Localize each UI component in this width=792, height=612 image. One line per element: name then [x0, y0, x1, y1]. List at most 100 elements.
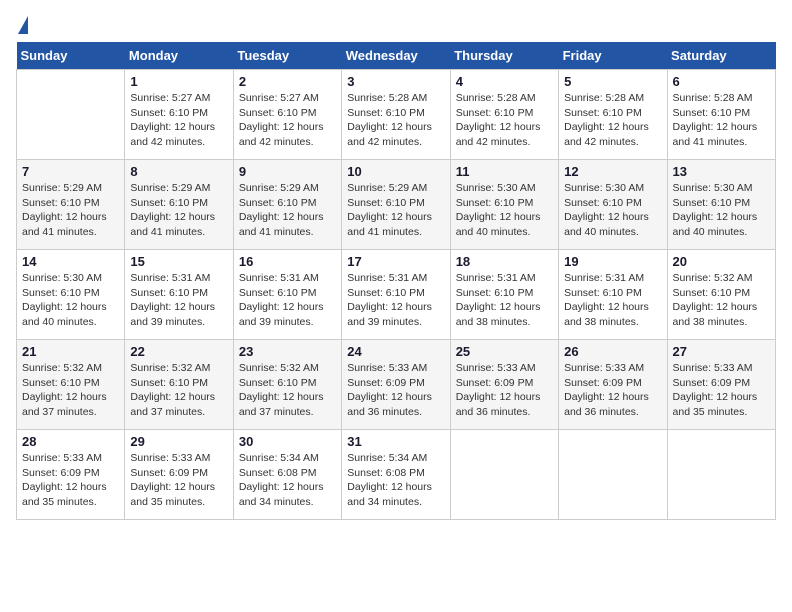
- day-number: 30: [239, 434, 336, 449]
- calendar-cell: 26Sunrise: 5:33 AMSunset: 6:09 PMDayligh…: [559, 340, 667, 430]
- day-info: Sunrise: 5:30 AMSunset: 6:10 PMDaylight:…: [673, 181, 770, 240]
- day-info: Sunrise: 5:33 AMSunset: 6:09 PMDaylight:…: [22, 451, 119, 510]
- day-info: Sunrise: 5:33 AMSunset: 6:09 PMDaylight:…: [673, 361, 770, 420]
- day-info: Sunrise: 5:27 AMSunset: 6:10 PMDaylight:…: [239, 91, 336, 150]
- day-number: 20: [673, 254, 770, 269]
- day-info: Sunrise: 5:28 AMSunset: 6:10 PMDaylight:…: [456, 91, 553, 150]
- day-number: 8: [130, 164, 227, 179]
- calendar-cell: 3 Sunrise: 5:28 AMSunset: 6:10 PMDaylight…: [342, 70, 450, 160]
- calendar-cell: [17, 70, 125, 160]
- day-info: Sunrise: 5:30 AMSunset: 6:10 PMDaylight:…: [22, 271, 119, 330]
- day-info: Sunrise: 5:28 AMSunset: 6:10 PMDaylight:…: [673, 91, 770, 150]
- calendar-cell: 25 Sunrise: 5:33 AMSunset: 6:09 PMDayligh…: [450, 340, 558, 430]
- day-number: 25: [456, 344, 553, 359]
- weekday-header-cell: Saturday: [667, 42, 775, 70]
- day-number: 14: [22, 254, 119, 269]
- calendar-cell: 7Sunrise: 5:29 AMSunset: 6:10 PMDaylight…: [17, 160, 125, 250]
- day-number: 17: [347, 254, 444, 269]
- day-number: 16: [239, 254, 336, 269]
- day-info: Sunrise: 5:33 AMSunset: 6:09 PMDaylight:…: [456, 361, 553, 420]
- calendar-cell: 20Sunrise: 5:32 AMSunset: 6:10 PMDayligh…: [667, 250, 775, 340]
- calendar-week-row: 21 Sunrise: 5:32 AMSunset: 6:10 PMDayligh…: [17, 340, 776, 430]
- day-number: 29: [130, 434, 227, 449]
- day-info: Sunrise: 5:30 AMSunset: 6:10 PMDaylight:…: [564, 181, 661, 240]
- calendar-cell: [450, 430, 558, 520]
- weekday-header-row: SundayMondayTuesdayWednesdayThursdayFrid…: [17, 42, 776, 70]
- day-info: Sunrise: 5:34 AMSunset: 6:08 PMDaylight:…: [347, 451, 444, 510]
- day-number: 22: [130, 344, 227, 359]
- day-info: Sunrise: 5:29 AMSunset: 6:10 PMDaylight:…: [347, 181, 444, 240]
- day-info: Sunrise: 5:32 AMSunset: 6:10 PMDaylight:…: [239, 361, 336, 420]
- day-info: Sunrise: 5:33 AMSunset: 6:09 PMDaylight:…: [564, 361, 661, 420]
- calendar-cell: 14 Sunrise: 5:30 AMSunset: 6:10 PMDayligh…: [17, 250, 125, 340]
- calendar-cell: 17Sunrise: 5:31 AMSunset: 6:10 PMDayligh…: [342, 250, 450, 340]
- calendar-cell: 6Sunrise: 5:28 AMSunset: 6:10 PMDaylight…: [667, 70, 775, 160]
- day-info: Sunrise: 5:27 AMSunset: 6:10 PMDaylight:…: [130, 91, 227, 150]
- calendar-cell: 4 Sunrise: 5:28 AMSunset: 6:10 PMDaylight…: [450, 70, 558, 160]
- day-number: 1: [130, 74, 227, 89]
- page-header: [16, 16, 776, 34]
- day-number: 28: [22, 434, 119, 449]
- calendar-cell: 8 Sunrise: 5:29 AMSunset: 6:10 PMDaylight…: [125, 160, 233, 250]
- calendar-cell: 1 Sunrise: 5:27 AMSunset: 6:10 PMDaylight…: [125, 70, 233, 160]
- day-info: Sunrise: 5:28 AMSunset: 6:10 PMDaylight:…: [564, 91, 661, 150]
- day-number: 24: [347, 344, 444, 359]
- weekday-header-cell: Friday: [559, 42, 667, 70]
- calendar-cell: 28 Sunrise: 5:33 AMSunset: 6:09 PMDayligh…: [17, 430, 125, 520]
- day-number: 10: [347, 164, 444, 179]
- day-info: Sunrise: 5:28 AMSunset: 6:10 PMDaylight:…: [347, 91, 444, 150]
- calendar-cell: 23Sunrise: 5:32 AMSunset: 6:10 PMDayligh…: [233, 340, 341, 430]
- day-number: 11: [456, 164, 553, 179]
- calendar-cell: [559, 430, 667, 520]
- calendar-cell: 21 Sunrise: 5:32 AMSunset: 6:10 PMDayligh…: [17, 340, 125, 430]
- calendar-cell: 31 Sunrise: 5:34 AMSunset: 6:08 PMDayligh…: [342, 430, 450, 520]
- day-number: 21: [22, 344, 119, 359]
- calendar-cell: 13 Sunrise: 5:30 AMSunset: 6:10 PMDayligh…: [667, 160, 775, 250]
- weekday-header-cell: Tuesday: [233, 42, 341, 70]
- calendar-cell: 29 Sunrise: 5:33 AMSunset: 6:09 PMDayligh…: [125, 430, 233, 520]
- calendar-cell: 19 Sunrise: 5:31 AMSunset: 6:10 PMDayligh…: [559, 250, 667, 340]
- weekday-header-cell: Sunday: [17, 42, 125, 70]
- day-info: Sunrise: 5:31 AMSunset: 6:10 PMDaylight:…: [564, 271, 661, 330]
- calendar-cell: [667, 430, 775, 520]
- day-info: Sunrise: 5:33 AMSunset: 6:09 PMDaylight:…: [347, 361, 444, 420]
- calendar-cell: 11 Sunrise: 5:30 AMSunset: 6:10 PMDayligh…: [450, 160, 558, 250]
- calendar-cell: 12 Sunrise: 5:30 AMSunset: 6:10 PMDayligh…: [559, 160, 667, 250]
- logo-icon: [18, 16, 28, 34]
- calendar-cell: 5Sunrise: 5:28 AMSunset: 6:10 PMDaylight…: [559, 70, 667, 160]
- day-info: Sunrise: 5:30 AMSunset: 6:10 PMDaylight:…: [456, 181, 553, 240]
- calendar-cell: 2Sunrise: 5:27 AMSunset: 6:10 PMDaylight…: [233, 70, 341, 160]
- day-number: 19: [564, 254, 661, 269]
- calendar-cell: 27 Sunrise: 5:33 AMSunset: 6:09 PMDayligh…: [667, 340, 775, 430]
- calendar-week-row: 7 Sunrise: 5:29 AMSunset: 6:10 PMDaylight…: [17, 160, 776, 250]
- weekday-header-cell: Thursday: [450, 42, 558, 70]
- day-number: 13: [673, 164, 770, 179]
- calendar-cell: 18 Sunrise: 5:31 AMSunset: 6:10 PMDayligh…: [450, 250, 558, 340]
- day-info: Sunrise: 5:32 AMSunset: 6:10 PMDaylight:…: [22, 361, 119, 420]
- calendar-cell: 16Sunrise: 5:31 AMSunset: 6:10 PMDayligh…: [233, 250, 341, 340]
- day-number: 18: [456, 254, 553, 269]
- calendar-cell: 22 Sunrise: 5:32 AMSunset: 6:10 PMDayligh…: [125, 340, 233, 430]
- calendar-body: 1 Sunrise: 5:27 AMSunset: 6:10 PMDaylight…: [17, 70, 776, 520]
- calendar-cell: 24 Sunrise: 5:33 AMSunset: 6:09 PMDayligh…: [342, 340, 450, 430]
- day-number: 4: [456, 74, 553, 89]
- day-info: Sunrise: 5:31 AMSunset: 6:10 PMDaylight:…: [456, 271, 553, 330]
- day-info: Sunrise: 5:33 AMSunset: 6:09 PMDaylight:…: [130, 451, 227, 510]
- day-number: 3: [347, 74, 444, 89]
- calendar-week-row: 1 Sunrise: 5:27 AMSunset: 6:10 PMDaylight…: [17, 70, 776, 160]
- day-info: Sunrise: 5:29 AMSunset: 6:10 PMDaylight:…: [130, 181, 227, 240]
- day-number: 7: [22, 164, 119, 179]
- day-number: 31: [347, 434, 444, 449]
- day-number: 9: [239, 164, 336, 179]
- logo: [16, 16, 28, 34]
- calendar-cell: 10 Sunrise: 5:29 AMSunset: 6:10 PMDayligh…: [342, 160, 450, 250]
- day-number: 12: [564, 164, 661, 179]
- day-number: 27: [673, 344, 770, 359]
- weekday-header-cell: Monday: [125, 42, 233, 70]
- day-info: Sunrise: 5:32 AMSunset: 6:10 PMDaylight:…: [130, 361, 227, 420]
- calendar-week-row: 28 Sunrise: 5:33 AMSunset: 6:09 PMDayligh…: [17, 430, 776, 520]
- calendar-cell: 9 Sunrise: 5:29 AMSunset: 6:10 PMDaylight…: [233, 160, 341, 250]
- day-info: Sunrise: 5:29 AMSunset: 6:10 PMDaylight:…: [239, 181, 336, 240]
- calendar-table: SundayMondayTuesdayWednesdayThursdayFrid…: [16, 42, 776, 520]
- day-info: Sunrise: 5:34 AMSunset: 6:08 PMDaylight:…: [239, 451, 336, 510]
